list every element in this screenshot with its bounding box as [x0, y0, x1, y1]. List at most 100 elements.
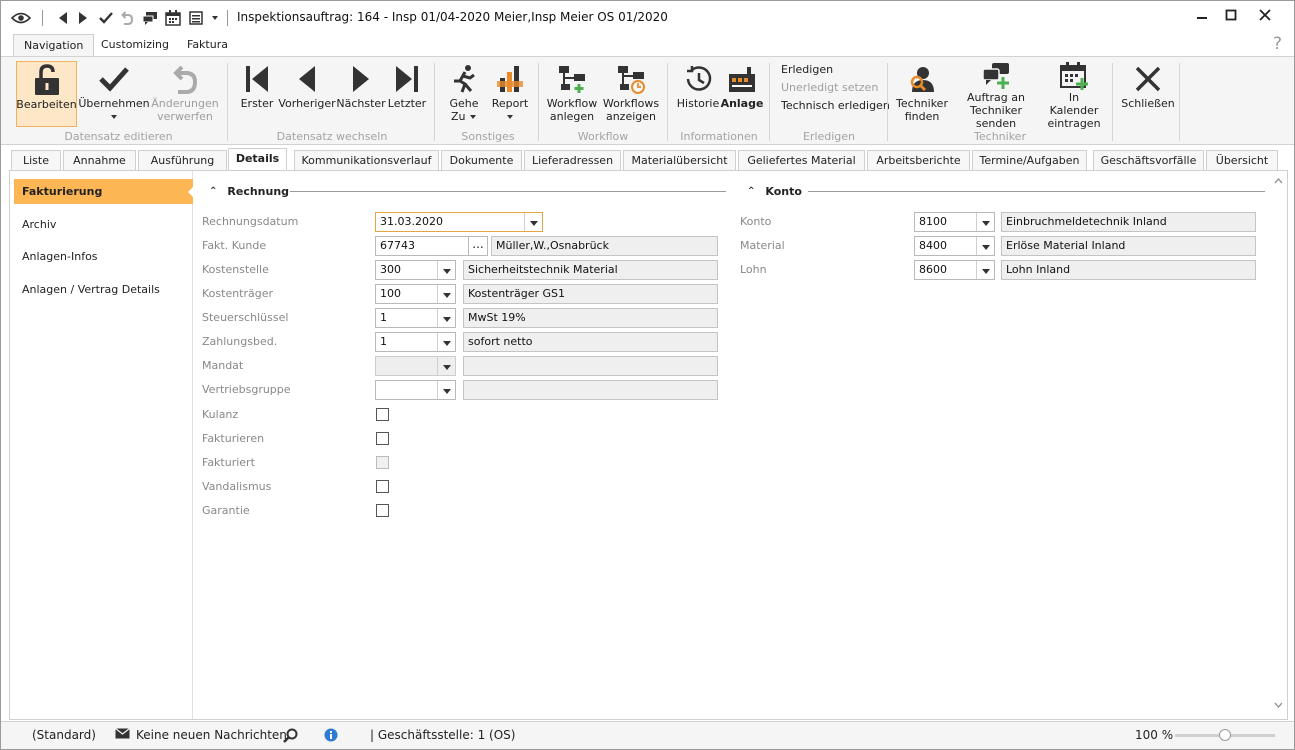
- undo-icon: [120, 9, 134, 27]
- ribbon-tab-customizing[interactable]: Customizing: [91, 34, 179, 56]
- kulanz-checkbox[interactable]: [376, 408, 389, 421]
- aenderungen-verwerfen-button[interactable]: Änderungen verwerfen: [151, 61, 219, 127]
- chevron-down-icon[interactable]: [437, 381, 455, 399]
- workflows-anzeigen-button[interactable]: Workflows anzeigen: [602, 61, 660, 127]
- tab-uebersicht[interactable]: Übersicht: [1206, 150, 1278, 170]
- eye-icon[interactable]: [10, 9, 32, 27]
- erledigen-button[interactable]: Erledigen: [781, 63, 833, 76]
- ribbon-tab-faktura[interactable]: Faktura: [177, 34, 238, 56]
- close-large-icon: [1134, 61, 1162, 97]
- tab-geschaeftsvorfaelle[interactable]: Geschäftsvorfälle: [1093, 150, 1204, 170]
- tab-dokumente[interactable]: Dokumente: [441, 150, 522, 170]
- gehe-label-1: Gehe: [449, 97, 479, 110]
- chevron-down-icon[interactable]: [437, 309, 455, 327]
- vertriebsgruppe-select[interactable]: [375, 380, 456, 400]
- zoom-slider-thumb[interactable]: [1219, 729, 1231, 741]
- kunde-lookup-button[interactable]: ...: [468, 236, 488, 256]
- historie-button[interactable]: Historie: [676, 61, 720, 127]
- section-header-konto[interactable]: ⌃ Konto: [747, 185, 802, 198]
- rechnungsdatum-input[interactable]: 31.03.2020: [375, 212, 543, 232]
- kostenstelle-name-field: Sicherheitstechnik Material: [463, 260, 718, 280]
- kostentraeger-name-field: Kostenträger GS1: [463, 284, 718, 304]
- aenderungen-label-2: verwerfen: [157, 110, 213, 123]
- chevron-down-icon[interactable]: [976, 213, 994, 231]
- erster-button[interactable]: Erster: [237, 61, 277, 127]
- tab-ausfuehrung[interactable]: Ausführung: [138, 150, 227, 170]
- nav-item-anlagen-infos[interactable]: Anlagen-Infos: [14, 244, 193, 269]
- workflow-anlegen-button[interactable]: Workflow anlegen: [546, 61, 598, 127]
- running-person-icon: [451, 61, 477, 97]
- minimize-button[interactable]: [1191, 5, 1213, 25]
- send-message-icon: [980, 61, 1012, 91]
- calendar-icon[interactable]: [164, 9, 182, 27]
- konto-select[interactable]: 8100: [914, 212, 995, 232]
- close-window-button[interactable]: [1254, 5, 1276, 25]
- kostenstelle-select[interactable]: 300: [375, 260, 456, 280]
- checkmark-icon[interactable]: [98, 9, 114, 27]
- date-dropdown-icon[interactable]: [524, 213, 542, 231]
- chevron-down-icon[interactable]: [437, 261, 455, 279]
- bearbeiten-button[interactable]: Bearbeiten: [16, 61, 77, 127]
- ribbon-tab-navigation[interactable]: Navigation: [13, 34, 95, 57]
- nav-item-archiv[interactable]: Archiv: [14, 212, 193, 237]
- nav-item-anlagen-vertrag-details[interactable]: Anlagen / Vertrag Details: [14, 277, 193, 302]
- letzter-button[interactable]: Letzter: [387, 61, 427, 127]
- info-icon[interactable]: [324, 728, 338, 742]
- auftrag-senden-button[interactable]: Auftrag an Techniker senden: [951, 61, 1041, 130]
- mandat-select[interactable]: [375, 356, 456, 376]
- chevron-down-icon[interactable]: [437, 285, 455, 303]
- section-header-rechnung[interactable]: ⌃ Rechnung: [209, 185, 289, 198]
- kalender-eintragen-button[interactable]: In Kalender eintragen: [1043, 61, 1105, 130]
- group-label-datensatz-editieren: Datensatz editieren: [64, 130, 173, 143]
- vandalismus-checkbox[interactable]: [376, 480, 389, 493]
- nav-item-fakturierung[interactable]: Fakturierung: [14, 179, 194, 204]
- chevron-down-icon[interactable]: [976, 261, 994, 279]
- steuerschluessel-select[interactable]: 1: [375, 308, 456, 328]
- unerledigt-setzen-button[interactable]: Unerledigt setzen: [781, 81, 878, 94]
- schliessen-button[interactable]: Schließen: [1121, 61, 1175, 127]
- zahlungsbed-select[interactable]: 1: [375, 332, 456, 352]
- previous-icon[interactable]: [56, 9, 70, 27]
- zoom-slider[interactable]: [1175, 729, 1275, 741]
- undo-large-icon: [172, 61, 198, 97]
- next-icon[interactable]: [76, 9, 90, 27]
- garantie-checkbox[interactable]: [376, 504, 389, 517]
- tab-geliefertes-material[interactable]: Geliefertes Material: [738, 150, 865, 170]
- naechster-button[interactable]: Nächster: [336, 61, 386, 127]
- list-menu-icon[interactable]: [188, 9, 204, 27]
- report-button[interactable]: Report: [488, 61, 532, 127]
- tab-arbeitsberichte[interactable]: Arbeitsberichte: [867, 150, 970, 170]
- tab-termine-aufgaben[interactable]: Termine/Aufgaben: [972, 150, 1087, 170]
- maximize-button[interactable]: [1220, 5, 1242, 25]
- vertical-scrollbar[interactable]: [1270, 171, 1287, 719]
- chevron-down-icon[interactable]: [437, 333, 455, 351]
- material-konto-select[interactable]: 8400: [914, 236, 995, 256]
- status-messages[interactable]: Keine neuen Nachrichten: [115, 728, 287, 742]
- uebernehmen-button[interactable]: Übernehmen: [78, 61, 150, 127]
- comments-icon[interactable]: [141, 9, 159, 27]
- fakturieren-checkbox[interactable]: [376, 432, 389, 445]
- status-search-icon[interactable]: [282, 728, 298, 744]
- tab-annahme[interactable]: Annahme: [63, 150, 136, 170]
- aenderungen-label-1: Änderungen: [151, 97, 219, 110]
- help-icon[interactable]: ?: [1273, 34, 1282, 54]
- gehe-zu-button[interactable]: Gehe Zu: [444, 61, 484, 127]
- kunde-nr-input[interactable]: 67743: [375, 236, 469, 256]
- technisch-erledigen-button[interactable]: Technisch erledigen: [781, 99, 890, 112]
- tab-details[interactable]: Details: [228, 148, 287, 171]
- chevron-down-icon[interactable]: [437, 357, 455, 375]
- tab-lieferadressen[interactable]: Lieferadressen: [524, 150, 621, 170]
- chevron-down-icon[interactable]: [976, 237, 994, 255]
- calendar-add-icon: [1059, 61, 1089, 91]
- customize-dropdown-icon[interactable]: [210, 9, 220, 27]
- section-title-rechnung: Rechnung: [227, 185, 290, 198]
- zahlung-name-field: sofort netto: [463, 332, 718, 352]
- tab-kommunikationsverlauf[interactable]: Kommunikationsverlauf: [294, 150, 439, 170]
- lohn-konto-select[interactable]: 8600: [914, 260, 995, 280]
- techniker-finden-button[interactable]: Techniker finden: [895, 61, 949, 127]
- tab-materialuebersicht[interactable]: Materialübersicht: [623, 150, 736, 170]
- anlage-button[interactable]: Anlage: [721, 61, 763, 127]
- tab-liste[interactable]: Liste: [11, 150, 61, 170]
- vorheriger-button[interactable]: Vorheriger: [278, 61, 336, 127]
- kostentraeger-select[interactable]: 100: [375, 284, 456, 304]
